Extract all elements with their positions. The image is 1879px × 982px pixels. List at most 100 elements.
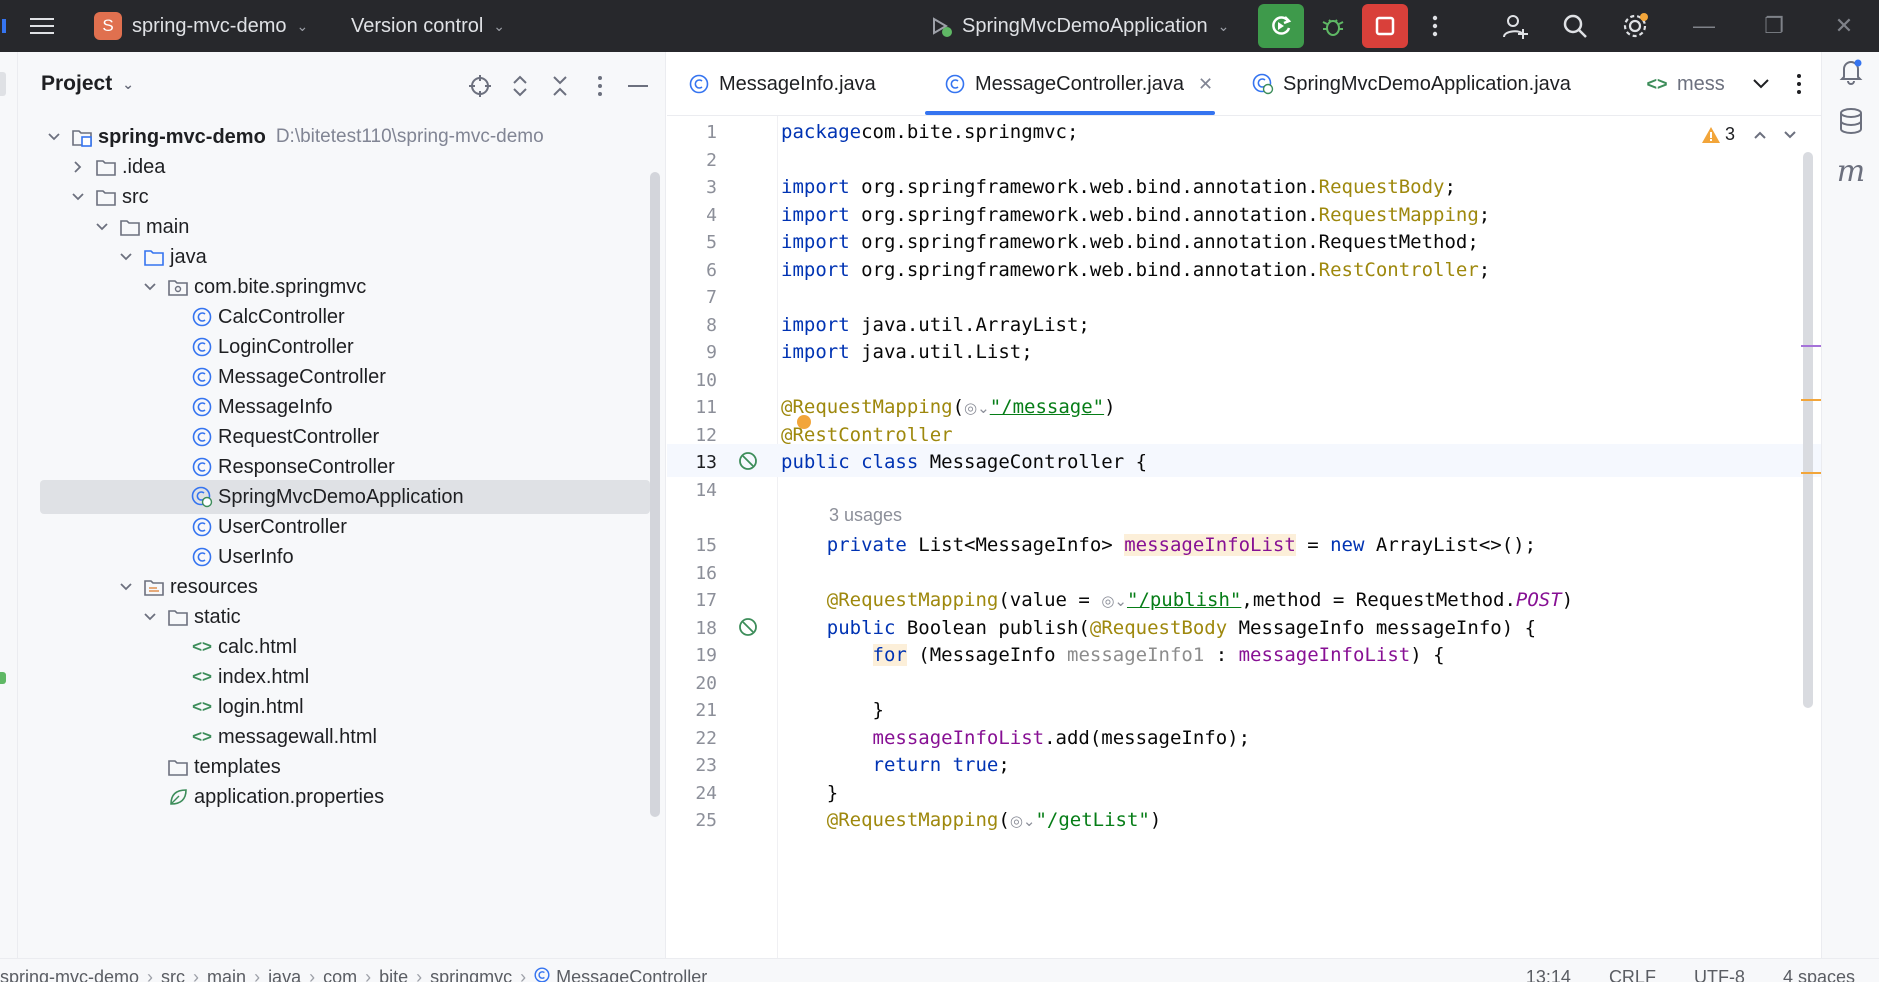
tree-item[interactable]: resources (40, 570, 650, 604)
chevron-up-icon[interactable] (1753, 130, 1767, 140)
stop-button[interactable] (1362, 4, 1408, 48)
tree-item[interactable]: SpringMvcDemoApplication (40, 480, 650, 514)
notifications-button[interactable] (1836, 56, 1866, 86)
warning-stripe-marker[interactable] (1801, 472, 1821, 474)
tree-item[interactable]: application.properties (40, 780, 650, 814)
breadcrumb-item[interactable]: com (323, 967, 357, 982)
tab-messagecontroller[interactable]: MessageController.java ✕ (943, 52, 1213, 116)
tree-item[interactable]: <> index.html (40, 660, 650, 694)
breadcrumb-item[interactable]: springmvc (430, 967, 512, 982)
usages-hint[interactable]: 3 usages (829, 505, 902, 526)
close-window-button[interactable]: ✕ (1814, 0, 1874, 52)
chevron-down-icon[interactable] (114, 245, 138, 269)
tree-scrollbar[interactable] (650, 172, 660, 817)
chevron-down-icon[interactable] (90, 215, 114, 239)
collapse-all-button[interactable] (546, 72, 574, 100)
chevron-down-icon[interactable] (1783, 130, 1797, 140)
tree-item[interactable]: templates (40, 750, 650, 784)
line-number: 14 (695, 479, 717, 501)
tree-item[interactable]: java (40, 240, 650, 274)
search-button[interactable] (1552, 4, 1598, 48)
vcs-menu[interactable]: Version control ⌄ (351, 0, 505, 52)
breadcrumb-item[interactable]: src (161, 967, 185, 982)
tree-item[interactable]: static (40, 600, 650, 634)
tree-item[interactable]: LoginController (40, 330, 650, 364)
tree-item[interactable]: MessageController (40, 360, 650, 394)
close-tab-icon[interactable]: ✕ (1198, 74, 1213, 95)
tree-item[interactable]: main (40, 210, 650, 244)
expand-all-button[interactable] (506, 72, 534, 100)
maximize-button[interactable]: ❐ (1744, 0, 1804, 52)
endpoint-gutter-icon[interactable] (735, 614, 761, 640)
tab-springmvcdemoapplication[interactable]: SpringMvcDemoApplication.java (1251, 52, 1571, 116)
chevron-down-icon[interactable] (114, 575, 138, 599)
tree-item[interactable]: ResponseController (40, 450, 650, 484)
maven-button[interactable]: m (1836, 154, 1866, 189)
globe-icon[interactable]: ◎⌄ (1010, 812, 1036, 830)
tree-item[interactable]: com.bite.springmvc (40, 270, 650, 304)
tree-item[interactable]: RequestController (40, 420, 650, 454)
tree-item[interactable]: CalcController (40, 300, 650, 334)
chevron-down-icon[interactable] (138, 605, 162, 629)
inspection-widget[interactable]: 3 (1701, 124, 1797, 145)
main-menu-button[interactable] (30, 0, 54, 52)
breadcrumb-item[interactable]: java (268, 967, 301, 982)
folder-icon (166, 605, 190, 629)
tree-item[interactable]: src (40, 180, 650, 214)
tree-item[interactable]: UserInfo (40, 540, 650, 574)
breadcrumb-separator: › (193, 967, 200, 982)
tree-item[interactable]: <> calc.html (40, 630, 650, 664)
error-stripe-marker[interactable] (1801, 345, 1821, 347)
locate-file-button[interactable] (466, 72, 494, 100)
chevron-right-icon[interactable] (66, 155, 90, 179)
caret-position[interactable]: 13:14 (1526, 967, 1571, 982)
globe-icon[interactable]: ◎⌄ (964, 399, 990, 417)
editor-scrollbar[interactable] (1803, 152, 1813, 708)
tabs-dropdown-button[interactable] (1747, 70, 1775, 98)
html-icon: <> (192, 697, 212, 716)
breadcrumb-item[interactable]: main (207, 967, 246, 982)
code-area[interactable]: 1 packagecom.bite.springmvc; 2 3 import org.… (667, 116, 1821, 958)
hide-panel-button[interactable] (624, 72, 652, 100)
settings-button[interactable] (1612, 4, 1658, 48)
project-tool-tab[interactable] (0, 72, 6, 96)
tree-item[interactable]: spring-mvc-demo D:\bitetest110\spring-mvc… (40, 120, 650, 154)
file-encoding[interactable]: UTF-8 (1694, 967, 1745, 982)
panel-options-button[interactable] (586, 72, 614, 100)
warning-stripe-marker[interactable] (1801, 399, 1821, 401)
chevron-down-icon[interactable] (138, 275, 162, 299)
project-switcher[interactable]: S spring-mvc-demo ⌄ (94, 0, 308, 52)
tree-item[interactable]: <> messagewall.html (40, 720, 650, 754)
editor-options-button[interactable] (1785, 70, 1813, 98)
tab-messageinfo[interactable]: MessageInfo.java (687, 52, 876, 116)
debug-button[interactable] (1310, 4, 1356, 48)
more-actions-button[interactable] (1412, 4, 1458, 48)
run-config-icon (933, 17, 952, 37)
breadcrumb-item[interactable]: MessageController (556, 967, 707, 982)
collapse-all-icon (553, 76, 567, 96)
tree-item[interactable]: UserController (40, 510, 650, 544)
bean-gutter-icon[interactable] (735, 448, 761, 474)
panel-title-dropdown[interactable]: Project ⌄ (41, 72, 134, 96)
minimize-button[interactable]: — (1674, 0, 1734, 52)
line-separator[interactable]: CRLF (1609, 967, 1656, 982)
indent-setting[interactable]: 4 spaces (1783, 967, 1855, 982)
tree-item[interactable]: <> login.html (40, 690, 650, 724)
rerun-button[interactable] (1258, 4, 1304, 48)
add-user-button[interactable] (1492, 4, 1538, 48)
globe-icon[interactable]: ◎⌄ (1101, 592, 1127, 610)
run-config-selector[interactable]: SpringMvcDemoApplication ⌄ (928, 0, 1229, 52)
tree-item[interactable]: MessageInfo (40, 390, 650, 424)
code-token: .add(messageInfo); (1044, 726, 1251, 749)
breadcrumb-item[interactable]: spring-mvc-demo (0, 967, 139, 982)
database-button[interactable] (1836, 106, 1866, 136)
run-tool-indicator[interactable] (0, 672, 6, 684)
tab-messagewall[interactable]: <> mess (1645, 52, 1741, 116)
breadcrumb-item[interactable]: bite (379, 967, 408, 982)
class-icon (943, 72, 967, 96)
tree-item[interactable]: .idea (40, 150, 650, 184)
chevron-down-icon[interactable] (66, 185, 90, 209)
chevron-down-icon[interactable] (42, 125, 66, 149)
